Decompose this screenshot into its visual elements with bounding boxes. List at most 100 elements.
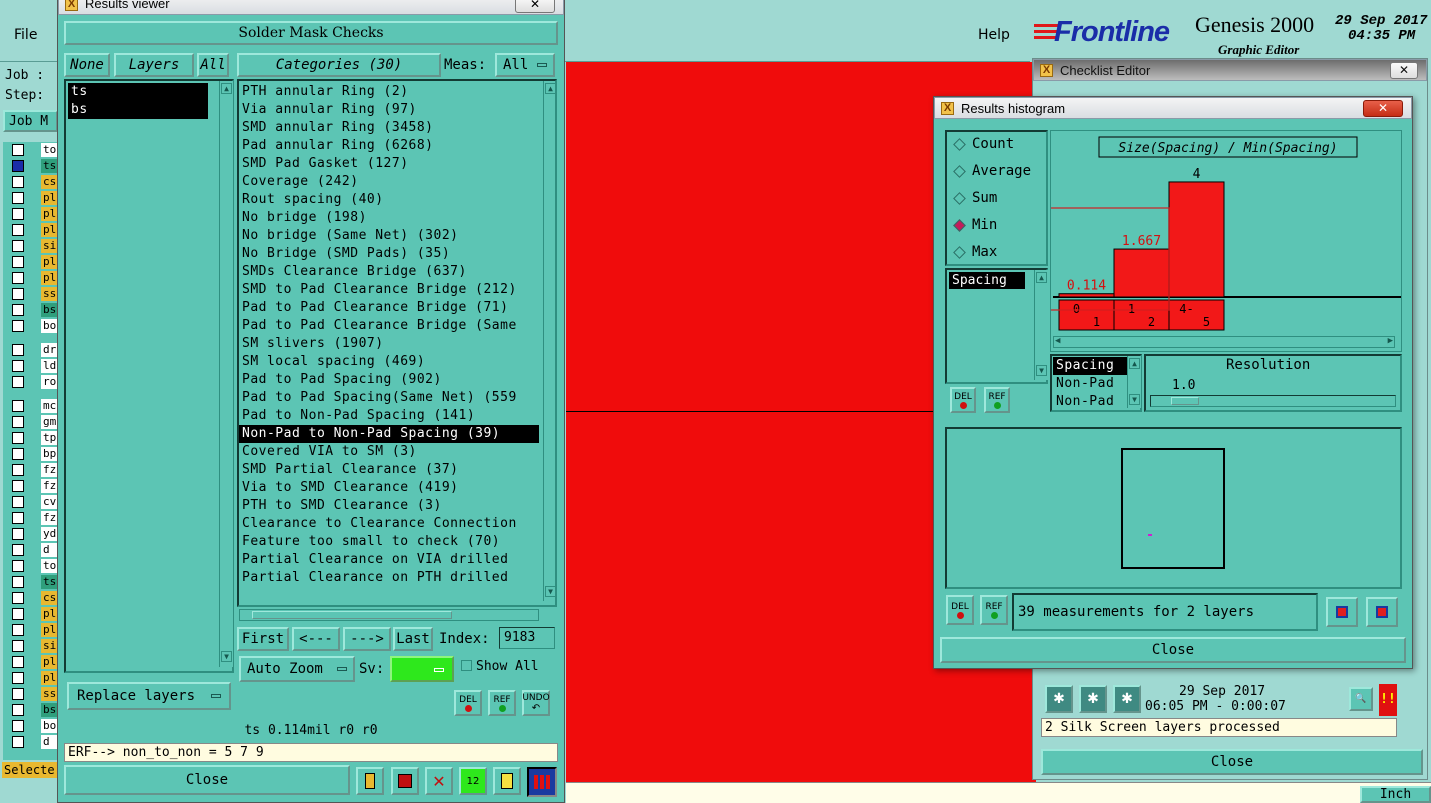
run-icon[interactable]: ✱ bbox=[1045, 685, 1073, 713]
category-item[interactable]: SMD annular Ring (3458) bbox=[239, 119, 539, 137]
layer-checkbox[interactable] bbox=[12, 592, 24, 604]
alert-icon[interactable]: !! bbox=[1379, 684, 1397, 716]
layer-checkbox[interactable] bbox=[12, 224, 24, 236]
layer-checkbox[interactable] bbox=[12, 672, 24, 684]
chart-hscrollbar[interactable]: ◀ ▶ bbox=[1053, 336, 1395, 348]
layer-checkbox[interactable] bbox=[12, 272, 24, 284]
index-field[interactable]: 9183 bbox=[499, 627, 555, 649]
refresh-icon[interactable]: REF bbox=[984, 387, 1010, 413]
delete-icon[interactable]: DEL bbox=[946, 595, 974, 625]
last-button[interactable]: Last bbox=[393, 627, 433, 651]
show-all-checkbox[interactable] bbox=[461, 660, 472, 671]
replace-layers-select[interactable]: Replace layers bbox=[67, 682, 231, 710]
category-item[interactable]: Clearance to Clearance Connection bbox=[239, 515, 539, 533]
undo-icon[interactable]: UNDO ↶ bbox=[522, 690, 550, 716]
category-item[interactable]: SM local spacing (469) bbox=[239, 353, 539, 371]
category-item[interactable]: No bridge (Same Net) (302) bbox=[239, 227, 539, 245]
category-item[interactable]: Pad to Pad Clearance Bridge (71) bbox=[239, 299, 539, 317]
layer-checkbox[interactable] bbox=[12, 376, 24, 388]
sv-color-select[interactable] bbox=[390, 656, 454, 682]
category-item[interactable]: Partial Clearance on PTH drilled bbox=[239, 569, 539, 587]
spacing-list-item[interactable]: Non-Pad bbox=[1053, 393, 1129, 411]
auto-zoom-select[interactable]: Auto Zoom bbox=[239, 656, 355, 682]
category-item[interactable]: SMDs Clearance Bridge (637) bbox=[239, 263, 539, 281]
results-viewer-close-button[interactable]: Close bbox=[64, 765, 350, 795]
category-item[interactable]: Pad to Pad Spacing(Same Net) (559 bbox=[239, 389, 539, 407]
scroll-down-icon[interactable]: ▼ bbox=[1036, 365, 1047, 376]
category-item[interactable]: SMD Partial Clearance (37) bbox=[239, 461, 539, 479]
layer-checkbox[interactable] bbox=[12, 688, 24, 700]
layer-checkbox[interactable] bbox=[12, 192, 24, 204]
spacing-list-item[interactable]: Spacing bbox=[1053, 357, 1129, 375]
category-item[interactable]: PTH to SMD Clearance (3) bbox=[239, 497, 539, 515]
category-item[interactable]: Pad to Pad Spacing (902) bbox=[239, 371, 539, 389]
category-item[interactable]: Covered VIA to SM (3) bbox=[239, 443, 539, 461]
category-item[interactable]: SM slivers (1907) bbox=[239, 335, 539, 353]
close-icon[interactable]: ✕ bbox=[1363, 100, 1403, 117]
mode-option[interactable]: Count bbox=[953, 136, 1014, 152]
layer-checkbox[interactable] bbox=[12, 360, 24, 372]
layer-checkbox[interactable] bbox=[12, 576, 24, 588]
layer-list-item[interactable]: bs bbox=[68, 101, 208, 119]
histogram-bar[interactable] bbox=[1168, 181, 1225, 298]
histogram-close-button[interactable]: Close bbox=[940, 637, 1406, 663]
layer-checkbox[interactable] bbox=[12, 400, 24, 412]
category-item[interactable]: Pad annular Ring (6268) bbox=[239, 137, 539, 155]
layer-checkbox[interactable] bbox=[12, 560, 24, 572]
histogram-bar[interactable] bbox=[1113, 248, 1170, 298]
hscroll-thumb[interactable] bbox=[252, 611, 452, 619]
category-item[interactable]: Rout spacing (40) bbox=[239, 191, 539, 209]
resolution-slider[interactable] bbox=[1150, 395, 1396, 407]
refresh-icon[interactable]: REF bbox=[980, 595, 1008, 625]
unit-button[interactable]: Inch bbox=[1360, 786, 1431, 803]
category-item[interactable]: Coverage (242) bbox=[239, 173, 539, 191]
layer-checkbox[interactable] bbox=[12, 320, 24, 332]
layer-checkbox[interactable] bbox=[12, 208, 24, 220]
category-item[interactable]: No Bridge (SMD Pads) (35) bbox=[239, 245, 539, 263]
histogram-icon[interactable] bbox=[527, 767, 557, 797]
bin-label-box[interactable] bbox=[1168, 299, 1225, 331]
close-icon[interactable]: ✕ bbox=[1390, 62, 1418, 79]
mode-option[interactable]: Min bbox=[953, 217, 997, 233]
category-item[interactable]: Non-Pad to Non-Pad Spacing (39) bbox=[239, 425, 539, 443]
layer-checkbox[interactable] bbox=[12, 496, 24, 508]
layer-checkbox[interactable] bbox=[12, 624, 24, 636]
layer-checkbox[interactable] bbox=[12, 288, 24, 300]
scroll-left-icon[interactable]: ◀ bbox=[1055, 336, 1060, 346]
category-item[interactable]: Via annular Ring (97) bbox=[239, 101, 539, 119]
layer-list-item[interactable]: ts bbox=[68, 83, 208, 101]
layer-checkbox[interactable] bbox=[12, 720, 24, 732]
job-manager-button[interactable]: Job M bbox=[3, 110, 58, 132]
slider-thumb[interactable] bbox=[1171, 397, 1199, 405]
layer-checkbox[interactable] bbox=[12, 464, 24, 476]
category-item[interactable]: Via to SMD Clearance (419) bbox=[239, 479, 539, 497]
layer-checkbox[interactable] bbox=[12, 240, 24, 252]
previous-button[interactable]: <--- bbox=[292, 627, 340, 651]
menu-file[interactable]: File bbox=[14, 27, 37, 43]
notes-icon[interactable] bbox=[493, 767, 521, 795]
scroll-down-icon[interactable]: ▼ bbox=[1129, 394, 1140, 405]
prev-layer-icon[interactable] bbox=[1366, 597, 1398, 627]
layer-checkbox[interactable] bbox=[12, 416, 24, 428]
category-item[interactable]: Feature too small to check (70) bbox=[239, 533, 539, 551]
ruler-icon[interactable] bbox=[356, 767, 384, 795]
category-item[interactable]: SMD to Pad Clearance Bridge (212) bbox=[239, 281, 539, 299]
zoom-icon[interactable]: 🔍 bbox=[1349, 687, 1373, 711]
scroll-right-icon[interactable]: ▶ bbox=[1388, 336, 1393, 346]
measure-item[interactable]: Spacing bbox=[949, 272, 1025, 289]
none-button[interactable]: None bbox=[64, 53, 110, 77]
category-item[interactable]: Partial Clearance on VIA drilled bbox=[239, 551, 539, 569]
layer-checkbox[interactable] bbox=[12, 640, 24, 652]
spacing-list-item[interactable]: Non-Pad bbox=[1053, 375, 1129, 393]
scroll-up-icon[interactable]: ▲ bbox=[1129, 358, 1140, 369]
first-button[interactable]: First bbox=[237, 627, 289, 651]
scroll-down-icon[interactable]: ▼ bbox=[545, 586, 555, 597]
menu-help[interactable]: Help bbox=[978, 27, 1010, 43]
report-icon[interactable] bbox=[391, 767, 419, 795]
categories-hscrollbar[interactable] bbox=[239, 609, 539, 621]
layer-checkbox[interactable] bbox=[12, 528, 24, 540]
category-item[interactable]: No bridge (198) bbox=[239, 209, 539, 227]
layer-checkbox[interactable] bbox=[12, 256, 24, 268]
scroll-up-icon[interactable]: ▲ bbox=[1036, 272, 1047, 283]
layer-checkbox[interactable] bbox=[12, 480, 24, 492]
